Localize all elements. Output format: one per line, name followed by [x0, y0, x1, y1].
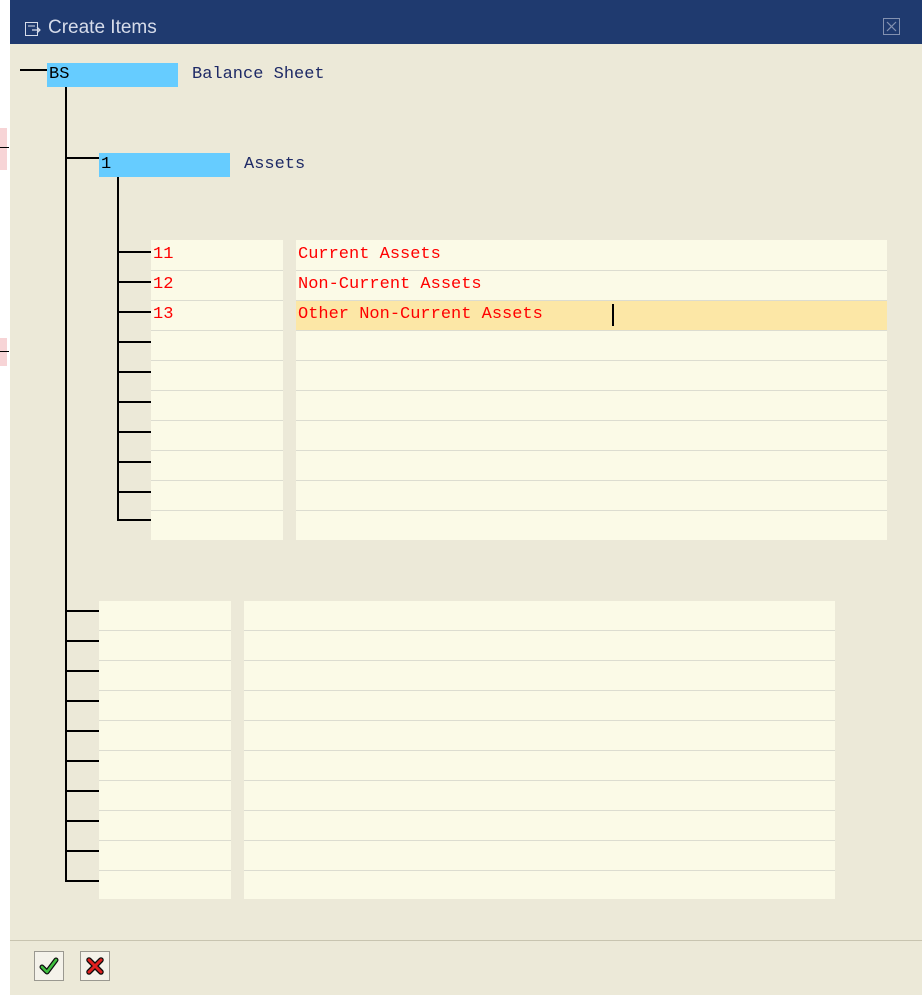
item-key-field[interactable]: 13	[153, 303, 173, 327]
item-key-field[interactable]: 11	[153, 243, 173, 267]
dialog-icon	[25, 22, 41, 36]
tree-line	[117, 371, 151, 373]
item-key-field[interactable]: 12	[153, 273, 173, 297]
tree-line	[65, 157, 100, 159]
tree-line	[117, 251, 151, 253]
item-text-field[interactable]: Non-Current Assets	[298, 273, 482, 297]
tree-line	[65, 880, 99, 882]
tree-line	[20, 69, 47, 71]
tree-line	[117, 519, 151, 521]
item-text-field[interactable]	[296, 330, 887, 540]
create-items-dialog: Create Items BS Balance Sheet 1 Assets 1…	[0, 0, 922, 995]
tree-line	[65, 790, 99, 792]
item-text-field[interactable]: Current Assets	[298, 243, 441, 267]
item-text-field-focused[interactable]: Other Non-Current Assets	[298, 303, 543, 327]
new-item-key-column[interactable]	[99, 601, 231, 899]
tree-line	[117, 341, 151, 343]
tree-line	[65, 640, 99, 642]
tree-line	[65, 730, 99, 732]
close-icon	[886, 21, 897, 32]
new-item-text-column[interactable]	[244, 601, 835, 899]
text-cursor	[612, 304, 614, 326]
close-button[interactable]	[883, 18, 900, 35]
item-key-field[interactable]	[151, 330, 283, 540]
tree-line	[65, 850, 99, 852]
dialog-title: Create Items	[48, 17, 157, 38]
tree-line	[65, 84, 67, 882]
tree-line	[117, 401, 151, 403]
tree-line	[117, 176, 119, 521]
tree-line	[65, 670, 99, 672]
confirm-button[interactable]	[34, 951, 64, 981]
tree-line	[117, 281, 151, 283]
tree-line	[65, 610, 99, 612]
tree-line	[117, 431, 151, 433]
cancel-button[interactable]	[80, 951, 110, 981]
check-icon	[39, 957, 59, 975]
tree-node-text-assets: Assets	[244, 155, 306, 174]
tree-line	[65, 760, 99, 762]
tree-node-key-root[interactable]: BS	[47, 63, 178, 87]
tree-node-key-assets[interactable]: 1	[99, 153, 230, 177]
background-window-edge	[0, 0, 10, 995]
x-icon	[86, 957, 104, 975]
footer-separator	[10, 940, 922, 941]
tree-node-text-root: Balance Sheet	[192, 65, 325, 84]
tree-line	[117, 311, 151, 313]
title-bar: Create Items	[10, 0, 922, 44]
tree-line	[117, 461, 151, 463]
tree-line	[65, 820, 99, 822]
tree-line	[65, 700, 99, 702]
tree-line	[117, 491, 151, 493]
